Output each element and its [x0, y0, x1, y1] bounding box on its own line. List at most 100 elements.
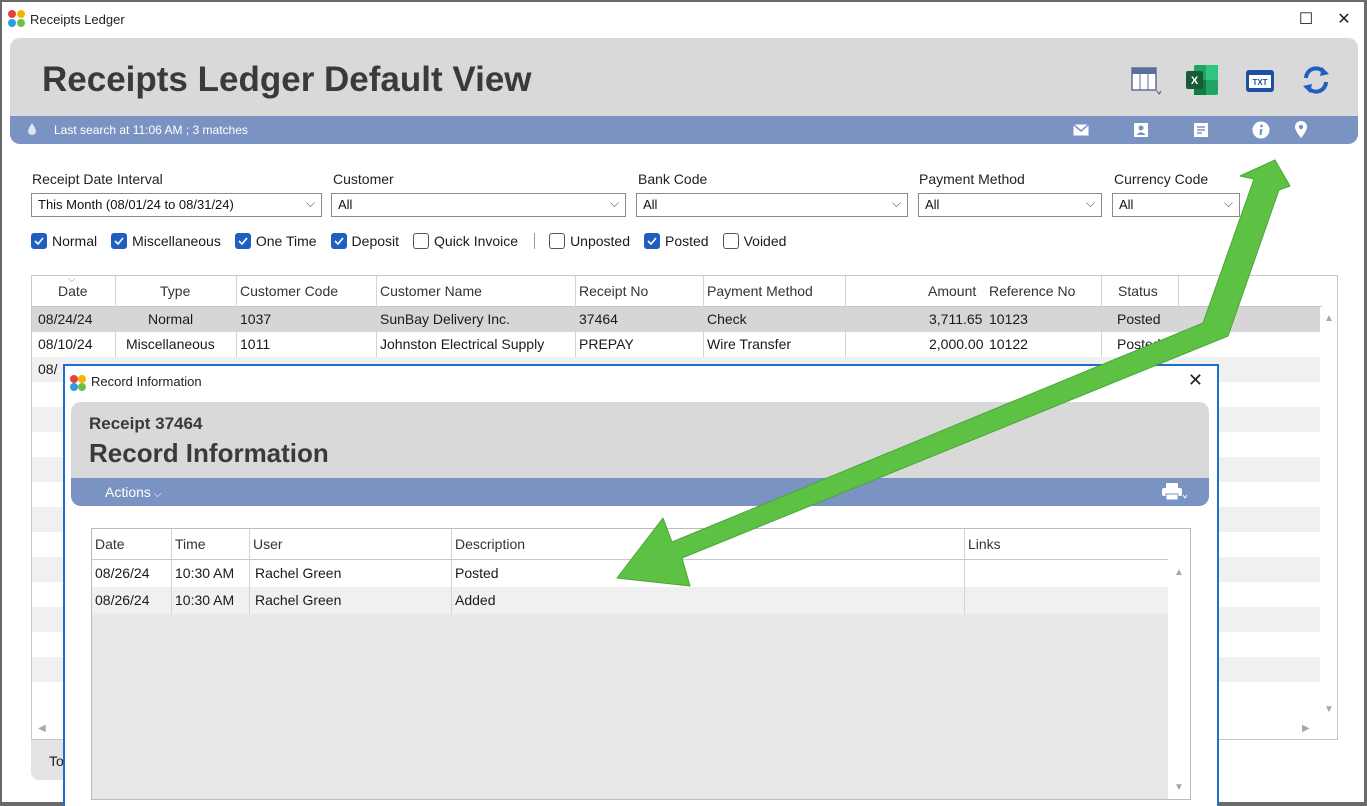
column-header-customer-code[interactable]: Customer Code — [240, 283, 338, 299]
currency-code-select[interactable]: All ⌵ — [1112, 193, 1240, 217]
column-chooser-button[interactable] — [1126, 60, 1166, 100]
customer-value: All — [338, 197, 353, 212]
vertical-scrollbar[interactable]: ▲ ▼ — [1320, 307, 1337, 719]
scroll-down-icon[interactable]: ▼ — [1324, 704, 1334, 715]
chevron-down-icon: ⌵ — [1223, 196, 1233, 210]
deposit-checkbox[interactable]: Deposit — [330, 233, 400, 249]
close-button[interactable]: ✕ — [1332, 8, 1356, 30]
cell-status: Posted — [1117, 311, 1161, 327]
envelope-icon — [1073, 124, 1089, 136]
payment-method-value: All — [925, 197, 940, 212]
scroll-up-icon[interactable]: ▲ — [1174, 567, 1184, 578]
chevron-down-icon: ⌵ — [305, 196, 315, 210]
dialog-actions-bar: Actions ⌵ — [71, 478, 1209, 506]
one-time-checkbox[interactable]: One Time — [234, 233, 317, 249]
refresh-button[interactable] — [1296, 60, 1336, 100]
column-header-description[interactable]: Description — [455, 536, 525, 552]
actions-menu-button[interactable]: Actions ⌵ — [105, 484, 161, 500]
record-info-button[interactable] — [1252, 121, 1270, 139]
column-header-customer-name[interactable]: Customer Name — [380, 283, 482, 299]
water-drop-icon — [28, 123, 36, 135]
email-button[interactable] — [1072, 121, 1090, 139]
table-header: ⌵ Date Type Customer Code Customer Name … — [32, 274, 1322, 307]
bank-code-label: Bank Code — [638, 171, 708, 187]
table-row[interactable]: 08/10/24 Miscellaneous 1011 Johnston Ele… — [32, 332, 1322, 357]
maximize-button[interactable]: ☐ — [1294, 8, 1318, 30]
customer-select[interactable]: All ⌵ — [331, 193, 626, 217]
normal-checkbox[interactable]: Normal — [31, 233, 97, 249]
app-logo-icon — [8, 10, 26, 28]
record-information-dialog: Record Information ✕ Receipt 37464 Recor… — [63, 364, 1219, 806]
checkbox-label: One Time — [255, 233, 317, 249]
cell-payment-method: Wire Transfer — [707, 336, 792, 352]
column-header-links[interactable]: Links — [968, 536, 1001, 552]
column-header-type[interactable]: Type — [160, 283, 190, 299]
checkmark-icon — [31, 233, 47, 249]
checkbox-box — [413, 233, 430, 249]
cell-user: Rachel Green — [255, 565, 342, 581]
notes-icon — [1194, 123, 1208, 137]
cell-reference-no: 10122 — [989, 336, 1028, 352]
table-row[interactable]: 08/26/24 10:30 AM Rachel Green Posted — [92, 560, 1169, 587]
column-header-date[interactable]: Date — [95, 536, 125, 552]
cell-date: 08/26/24 — [95, 565, 150, 581]
cell-amount: 2,000.00 — [929, 336, 984, 352]
chevron-down-icon: ⌵ — [609, 196, 619, 210]
export-txt-button[interactable]: TXT — [1240, 60, 1280, 100]
column-header-date[interactable]: Date — [58, 283, 88, 299]
chevron-down-icon: ⌵ — [891, 196, 901, 210]
cell-amount: 3,711.65 — [929, 311, 983, 327]
column-header-time[interactable]: Time — [175, 536, 206, 552]
chevron-down-icon: ⌵ — [1085, 196, 1095, 210]
dialog-header: Receipt 37464 Record Information — [71, 402, 1209, 478]
checkbox-label: Deposit — [351, 233, 400, 249]
export-excel-button[interactable]: X — [1182, 60, 1222, 100]
contact-card-icon — [1134, 123, 1148, 137]
table-row[interactable]: 08/24/24 Normal 1037 SunBay Delivery Inc… — [32, 307, 1322, 332]
window-title: Receipts Ledger — [30, 11, 125, 27]
miscellaneous-checkbox[interactable]: Miscellaneous — [111, 233, 221, 249]
status-bar: Last search at 11:06 AM ; 3 matches — [10, 116, 1358, 144]
scroll-up-icon[interactable]: ▲ — [1324, 313, 1334, 324]
dialog-close-button[interactable]: ✕ — [1188, 370, 1203, 391]
posted-checkbox[interactable]: Posted — [644, 233, 709, 249]
currency-code-value: All — [1119, 197, 1134, 212]
checkbox-label: Posted — [665, 233, 709, 249]
cell-time: 10:30 AM — [175, 565, 235, 581]
column-header-status[interactable]: Status — [1118, 283, 1158, 299]
payment-method-select[interactable]: All ⌵ — [918, 193, 1102, 217]
info-icon — [1252, 121, 1270, 139]
unposted-checkbox[interactable]: Unposted — [549, 233, 630, 249]
table-row[interactable]: 08/26/24 10:30 AM Rachel Green Added — [92, 587, 1169, 614]
app-logo-icon — [70, 375, 86, 391]
maximize-icon: ☐ — [1298, 11, 1314, 28]
checkbox-label: Miscellaneous — [132, 233, 221, 249]
excel-icon-label: X — [1191, 75, 1199, 87]
column-header-amount[interactable]: Amount — [928, 283, 976, 299]
close-icon: ✕ — [1337, 11, 1351, 28]
cell-customer-name: SunBay Delivery Inc. — [380, 311, 510, 327]
contact-button[interactable] — [1132, 121, 1150, 139]
vertical-scrollbar[interactable]: ▲ ▼ — [1168, 529, 1190, 799]
cell-type: Normal — [148, 311, 194, 327]
date-interval-select[interactable]: This Month (08/01/24 to 08/31/24) ⌵ — [31, 193, 322, 217]
bank-code-select[interactable]: All ⌵ — [636, 193, 908, 217]
scroll-left-icon[interactable]: ◀ — [38, 723, 46, 734]
location-button[interactable] — [1292, 121, 1310, 139]
bank-code-value: All — [643, 197, 658, 212]
receipt-type-filters: Normal Miscellaneous One Time Deposit Qu… — [31, 233, 800, 249]
cell-user: Rachel Green — [255, 592, 342, 608]
date-interval-label: Receipt Date Interval — [32, 171, 163, 187]
voided-checkbox[interactable]: Voided — [722, 233, 786, 249]
title-bar: Receipts Ledger ☐ ✕ — [2, 2, 1362, 36]
cell-reference-no: 10123 — [989, 311, 1028, 327]
column-header-reference-no[interactable]: Reference No — [989, 283, 1075, 299]
column-header-receipt-no[interactable]: Receipt No — [579, 283, 648, 299]
scroll-down-icon[interactable]: ▼ — [1174, 782, 1184, 793]
quick-invoice-checkbox[interactable]: Quick Invoice — [413, 233, 518, 249]
scroll-right-icon[interactable]: ▶ — [1302, 723, 1310, 734]
notes-button[interactable] — [1192, 121, 1210, 139]
column-header-user[interactable]: User — [253, 536, 283, 552]
column-header-payment-method[interactable]: Payment Method — [707, 283, 813, 299]
print-icon[interactable] — [1161, 483, 1187, 501]
